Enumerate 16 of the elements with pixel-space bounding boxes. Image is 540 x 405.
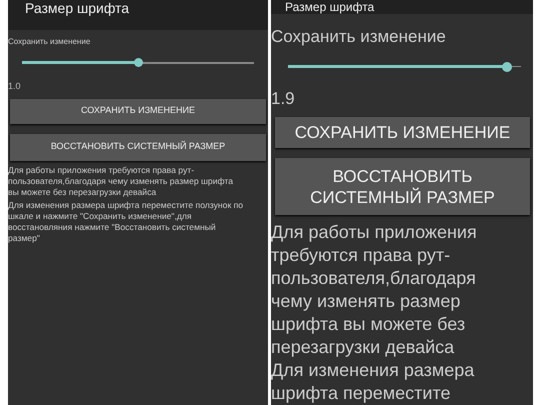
- restore-button[interactable]: ВОССТАНОВИТЬ СИСТЕМНЫЙ РАЗМЕР: [275, 158, 530, 215]
- screen-title: Размер шрифта: [285, 1, 374, 13]
- restore-button[interactable]: ВОССТАНОВИТЬ СИСТЕМНЫЙ РАЗМЕР: [10, 134, 266, 160]
- help-text: Для работы приложения требуются права рут-пользователя,благодаря чему изменять размер шрифта вы можете без перезагрузки девайса: [8, 164, 234, 198]
- slider-value: 1.9: [271, 88, 296, 110]
- save-button[interactable]: СОХРАНИТЬ ИЗМЕНЕНИЕ: [275, 117, 530, 148]
- help-text: Для изменения размера шрифта переместите ползунок по шкале и нажмите "Сохранить изменение",для восстановляния нажмите "Восстановить системный размер": [8, 200, 244, 244]
- slider-label: Сохранить изменение: [8, 36, 92, 48]
- save-button[interactable]: СОХРАНИТЬ ИЗМЕНЕНИЕ: [10, 98, 266, 124]
- help-text: Для изменения размера шрифта переместите: [271, 359, 476, 405]
- slider-thumb[interactable]: [134, 58, 143, 67]
- slider-label: Сохранить изменение: [271, 26, 447, 48]
- help-text: Для работы приложения требуются права рут-пользователя,благодаря чему изменять размер шрифта вы можете без перезагрузки девайса: [271, 221, 478, 359]
- slider-value: 1.0: [8, 80, 22, 93]
- screen-title: Размер шрифта: [25, 1, 130, 15]
- slider-thumb[interactable]: [502, 62, 512, 72]
